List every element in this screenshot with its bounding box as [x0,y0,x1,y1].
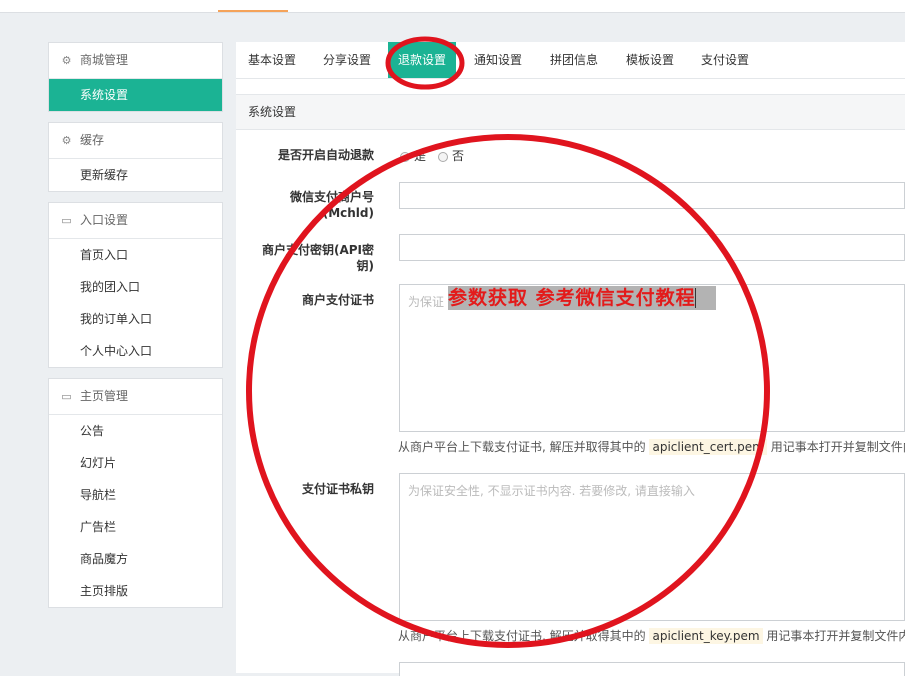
tab-share[interactable]: 分享设置 [323,42,371,78]
sidebar-group-cache: ⚙ 缓存 更新缓存 [48,122,223,192]
gear-icon: ⚙ [61,134,72,147]
key-textarea[interactable]: 为保证安全性, 不显示证书内容. 若要修改, 请直接输入 [399,473,905,621]
top-bar-active-indicator [218,10,288,12]
key-filename: apiclient_key.pem [649,628,763,644]
sidebar-item-my-order-entry[interactable]: 我的订单入口 [49,303,222,335]
key-help-text: 从商户平台上下载支付证书, 解压并取得其中的 apiclient_key.pem… [398,628,905,644]
sidebar-item-homepage-layout[interactable]: 主页排版 [49,575,222,607]
cert-label: 商户支付证书 [301,293,374,307]
sidebar-item-navbar[interactable]: 导航栏 [49,479,222,511]
sidebar-group-header[interactable]: ⚙ 缓存 [49,123,222,159]
sidebar-item-product-cube[interactable]: 商品魔方 [49,543,222,575]
sidebar: ⚙ 商城管理 系统设置 ⚙ 缓存 更新缓存 ▭ 入口设置 首页入口 我的团入口 我的订… [48,42,223,618]
cert-filename: apiclient_cert.pem [649,439,767,455]
key-label: 支付证书私钥 [301,482,374,496]
inbox-icon: ▭ [61,214,72,227]
gear-icon: ⚙ [61,54,72,67]
sidebar-group-header[interactable]: ⚙ 商城管理 [49,43,222,79]
sidebar-group-mall: ⚙ 商城管理 系统设置 [48,42,223,112]
cert-help-text: 从商户平台上下载支付证书, 解压并取得其中的 apiclient_cert.pe… [398,439,905,455]
sidebar-group-header[interactable]: ▭ 入口设置 [49,203,222,239]
mchid-label: 微信支付商户号 (Mchld) [289,190,374,220]
text-caret [694,288,696,308]
tab-template[interactable]: 模板设置 [626,42,674,78]
top-bar [0,0,905,13]
sidebar-item-slideshow[interactable]: 幻灯片 [49,447,222,479]
sidebar-item-system-settings[interactable]: 系统设置 [49,79,222,111]
auto-refund-no-radio[interactable]: 否 [438,147,464,164]
radio-circle-icon [400,151,410,162]
radio-circle-icon [438,151,448,162]
sidebar-group-homepage: ▭ 主页管理 公告 幻灯片 导航栏 广告栏 商品魔方 主页排版 [48,378,223,608]
tab-payment[interactable]: 支付设置 [701,42,749,78]
sidebar-item-home-entry[interactable]: 首页入口 [49,239,222,271]
tab-group-info[interactable]: 拼团信息 [550,42,598,78]
settings-tabs: 基本设置 分享设置 退款设置 通知设置 拼团信息 模板设置 支付设置 [236,42,905,79]
tab-refund[interactable]: 退款设置 [388,42,457,78]
sidebar-item-ad-bar[interactable]: 广告栏 [49,511,222,543]
tab-basic[interactable]: 基本设置 [248,42,296,78]
sidebar-item-refresh-cache[interactable]: 更新缓存 [49,159,222,191]
auto-refund-label: 是否开启自动退款 [277,148,374,162]
tab-notify[interactable]: 通知设置 [474,42,522,78]
sidebar-group-header[interactable]: ▭ 主页管理 [49,379,222,415]
sidebar-group-entry: ▭ 入口设置 首页入口 我的团入口 我的订单入口 个人中心入口 [48,202,223,368]
sidebar-item-notice[interactable]: 公告 [49,415,222,447]
mchid-input[interactable] [399,182,905,209]
annotation-text: 参数获取 参考微信支付教程 [448,286,716,310]
api-key-input[interactable] [399,234,905,261]
next-field-input[interactable] [399,662,905,676]
inbox-icon: ▭ [61,390,72,403]
sidebar-item-user-center-entry[interactable]: 个人中心入口 [49,335,222,367]
api-key-label: 商户支付密钥(API密 钥) [261,243,374,273]
panel-title: 系统设置 [236,95,905,130]
auto-refund-yes-radio[interactable]: 是 [400,147,426,164]
sidebar-item-my-group-entry[interactable]: 我的团入口 [49,271,222,303]
